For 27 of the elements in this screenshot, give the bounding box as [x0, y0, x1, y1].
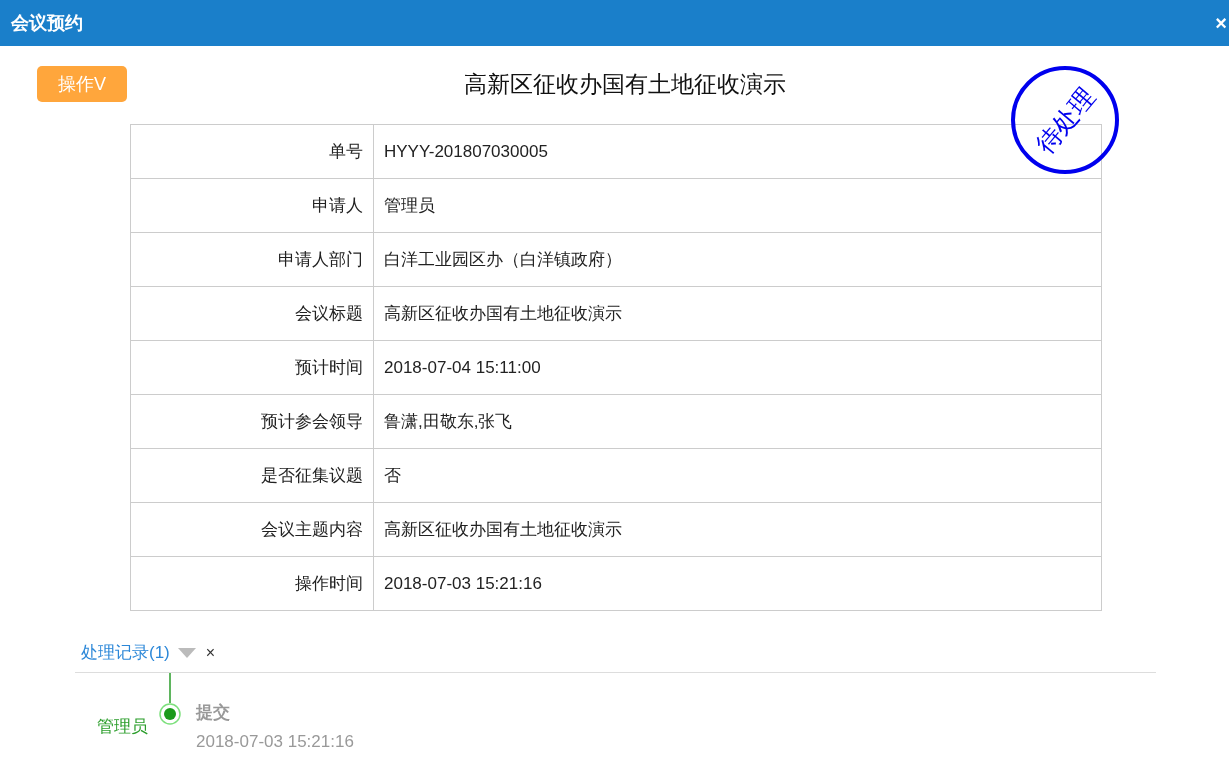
- field-label: 预计参会领导: [130, 394, 374, 449]
- record-user: 管理员: [97, 716, 148, 738]
- field-value: 鲁潇,田敬东,张飞: [373, 394, 1102, 449]
- records-tab[interactable]: 处理记录(1): [81, 641, 170, 664]
- field-value: 2018-07-03 15:21:16: [373, 556, 1102, 611]
- record-time: 2018-07-03 15:21:16: [196, 732, 354, 752]
- field-label: 申请人部门: [130, 232, 374, 287]
- field-value: 白洋工业园区办（白洋镇政府）: [373, 232, 1102, 287]
- field-label: 申请人: [130, 178, 374, 233]
- field-label: 单号: [130, 124, 374, 179]
- field-value: 2018-07-04 15:11:00: [373, 340, 1102, 395]
- field-label: 预计时间: [130, 340, 374, 395]
- field-value: 管理员: [373, 178, 1102, 233]
- close-button[interactable]: ×: [1213, 11, 1229, 35]
- field-value: 高新区征收办国有土地征收演示: [373, 286, 1102, 341]
- close-records-button[interactable]: ×: [201, 643, 220, 662]
- field-label: 操作时间: [130, 556, 374, 611]
- page-heading: 高新区征收办国有土地征收演示: [463, 70, 786, 99]
- window-title: 会议预约: [10, 12, 83, 35]
- record-action: 提交: [196, 702, 231, 724]
- field-label: 会议标题: [130, 286, 374, 341]
- field-value: 否: [373, 448, 1102, 503]
- field-value: 高新区征收办国有土地征收演示: [373, 502, 1102, 557]
- field-label: 是否征集议题: [130, 448, 374, 503]
- status-stamp: 待处理: [1011, 66, 1119, 174]
- field-label: 会议主题内容: [130, 502, 374, 557]
- dropdown-triangle-icon[interactable]: [177, 647, 196, 658]
